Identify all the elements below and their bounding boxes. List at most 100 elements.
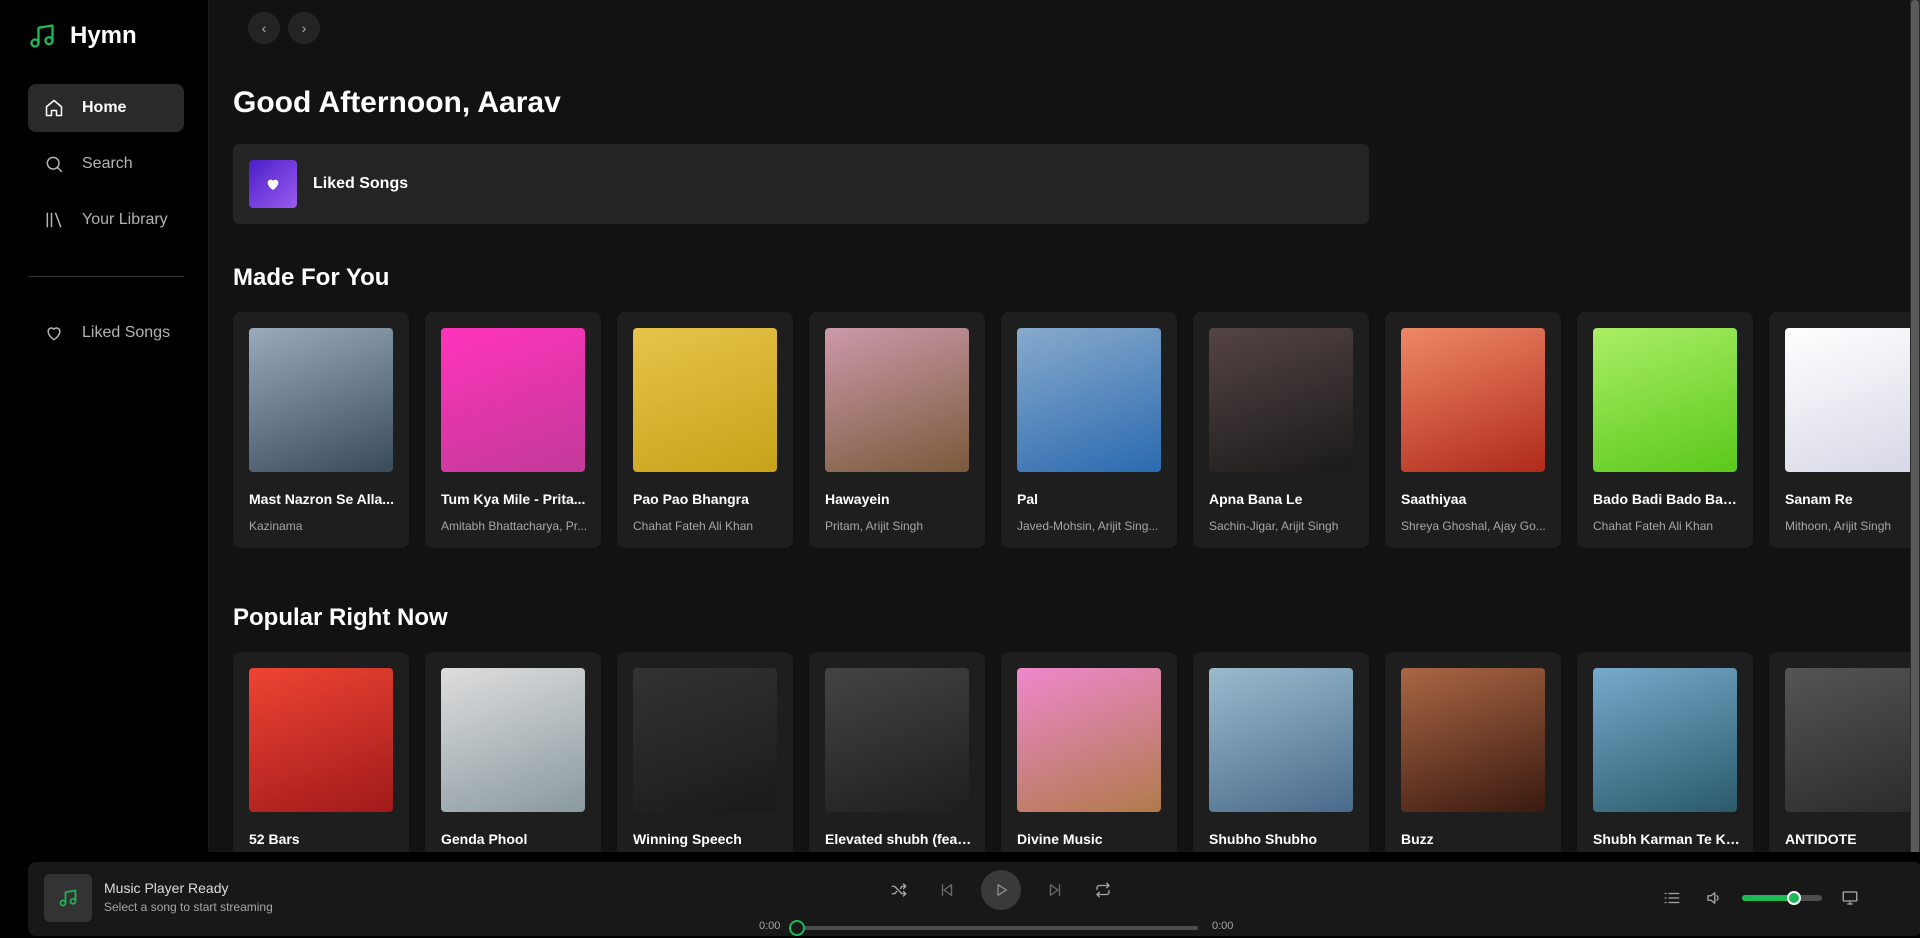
album-cover [441, 328, 585, 472]
play-button[interactable] [981, 870, 1021, 910]
sidebar-item-home[interactable]: Home [28, 84, 184, 132]
album-title: Divine Music [1017, 831, 1103, 847]
album-card[interactable]: Mast Nazron Se Alla... Kazinama [233, 312, 409, 548]
album-card[interactable]: Shubho Shubho [1193, 652, 1369, 852]
home-icon [45, 99, 63, 117]
album-card[interactable]: 52 Bars [233, 652, 409, 852]
album-cover [633, 328, 777, 472]
album-title: Pao Pao Bhangra [633, 491, 749, 507]
album-title: Sanam Re [1785, 491, 1853, 507]
album-artist: Pritam, Arijit Singh [825, 519, 924, 533]
album-title: Shubh Karman Te Ka... [1593, 831, 1741, 847]
sidebar-item-label: Search [82, 155, 133, 172]
album-card[interactable]: Divine Music [1001, 652, 1177, 852]
album-cover [1209, 668, 1353, 812]
album-card[interactable]: Tum Kya Mile - Prita... Amitabh Bhattacha… [425, 312, 601, 548]
sidebar-item-label: Liked Songs [82, 324, 171, 341]
album-card[interactable]: ANTIDOTE [1769, 652, 1916, 852]
repeat-button[interactable] [1089, 876, 1117, 904]
album-card[interactable]: Buzz [1385, 652, 1561, 852]
card-row-made-for-you: Mast Nazron Se Alla... Kazinama Tum Kya Mi… [233, 312, 1916, 548]
volume-icon [1707, 892, 1719, 904]
main-nav: Home Search Your Library [28, 84, 184, 252]
secondary-nav: Liked Songs [28, 309, 184, 365]
player-bar: Music Player Ready Select a song to star… [0, 852, 1920, 938]
now-playing-thumb [44, 874, 92, 922]
app-root: Hymn Home Search Your Library Liked Song… [0, 0, 1920, 938]
album-card[interactable]: Hawayein Pritam, Arijit Singh [809, 312, 985, 548]
album-artist: Chahat Fateh Ali Khan [633, 519, 754, 533]
time-current: 0:00 [759, 920, 781, 932]
library-icon [46, 212, 62, 228]
album-title: Bado Badi Bado Badi 2 [1593, 491, 1741, 507]
heart-icon [267, 179, 279, 190]
sidebar-divider [28, 276, 184, 277]
section-title-popular: Popular Right Now [233, 604, 448, 631]
shuffle-button[interactable] [885, 876, 913, 904]
sidebar-item-label: Home [82, 99, 127, 116]
album-artist: Shreya Ghoshal, Ajay Go... [1401, 519, 1546, 533]
volume-knob[interactable] [1787, 891, 1801, 905]
play-icon [997, 884, 1007, 896]
album-artist: Mithoon, Arijit Singh [1785, 519, 1892, 533]
album-card[interactable]: Apna Bana Le Sachin-Jigar, Arijit Singh [1193, 312, 1369, 548]
album-cover [633, 668, 777, 812]
album-title: ANTIDOTE [1785, 831, 1857, 847]
album-card[interactable]: Pal Javed-Mohsin, Arijit Sing... [1001, 312, 1177, 548]
album-card[interactable]: Bado Badi Bado Badi 2 Chahat Fateh Ali Kh… [1577, 312, 1753, 548]
shuffle-icon [891, 883, 907, 897]
album-cover [1785, 668, 1916, 812]
album-card[interactable]: Elevated shubh (feat... [809, 652, 985, 852]
volume-slider[interactable] [1742, 891, 1822, 905]
album-card[interactable]: Genda Phool [425, 652, 601, 852]
forward-button[interactable]: › [288, 12, 320, 44]
app-name: Hymn [70, 22, 137, 49]
album-card[interactable]: Saathiyaa Shreya Ghoshal, Ajay Go... [1385, 312, 1561, 548]
progress-bar[interactable] [789, 920, 1198, 936]
album-artist: Sachin-Jigar, Arijit Singh [1209, 519, 1339, 533]
liked-songs-card[interactable]: Liked Songs [233, 144, 1369, 224]
next-button[interactable] [1041, 876, 1069, 904]
skip-back-icon [941, 884, 953, 896]
album-cover [1593, 668, 1737, 812]
devices-button[interactable] [1836, 884, 1864, 912]
search-icon [46, 156, 63, 173]
album-artist: Javed-Mohsin, Arijit Sing... [1017, 519, 1159, 533]
extra-controls [1658, 884, 1864, 912]
album-cover [1785, 328, 1916, 472]
album-title: Elevated shubh (feat... [825, 831, 973, 847]
album-title: Genda Phool [441, 831, 528, 847]
album-card[interactable]: Pao Pao Bhangra Chahat Fateh Ali Khan [617, 312, 793, 548]
sidebar-item-library[interactable]: Your Library [28, 196, 184, 244]
card-row-popular: 52 Bars Genda Phool Winning Speech Elevated… [233, 652, 1916, 852]
album-card[interactable]: Shubh Karman Te Ka... [1577, 652, 1753, 852]
album-title: Tum Kya Mile - Prita... [441, 491, 586, 507]
liked-songs-thumb [249, 160, 297, 208]
sidebar-item-liked-songs[interactable]: Liked Songs [28, 309, 184, 357]
sidebar-item-search[interactable]: Search [28, 140, 184, 188]
album-cover [825, 328, 969, 472]
album-cover [825, 668, 969, 812]
album-card[interactable]: Sanam Re Mithoon, Arijit Singh [1769, 312, 1916, 548]
main-content: ‹ › Good Afternoon, Aarav Liked Songs Ma… [210, 0, 1916, 852]
music-note-icon [59, 889, 77, 907]
now-playing-title: Music Player Ready [104, 880, 229, 896]
volume-button[interactable] [1700, 884, 1728, 912]
player-inner: Music Player Ready Select a song to star… [28, 862, 1920, 936]
album-card[interactable]: Winning Speech [617, 652, 793, 852]
progress-knob[interactable] [789, 920, 805, 936]
sidebar: Hymn Home Search Your Library Liked Song… [0, 0, 209, 852]
now-playing-subtitle: Select a song to start streaming [104, 900, 273, 914]
album-title: Shubho Shubho [1209, 831, 1318, 847]
logo[interactable]: Hymn [28, 22, 137, 50]
album-title: 52 Bars [249, 831, 300, 847]
chevron-left-icon: ‹ [261, 20, 267, 36]
back-button[interactable]: ‹ [248, 12, 280, 44]
scrollbar-thumb[interactable] [1911, 0, 1919, 855]
queue-button[interactable] [1658, 884, 1686, 912]
previous-button[interactable] [933, 876, 961, 904]
history-nav: ‹ › [248, 12, 320, 44]
monitor-icon [1842, 891, 1858, 905]
album-cover [1017, 668, 1161, 812]
skip-forward-icon [1049, 884, 1061, 896]
